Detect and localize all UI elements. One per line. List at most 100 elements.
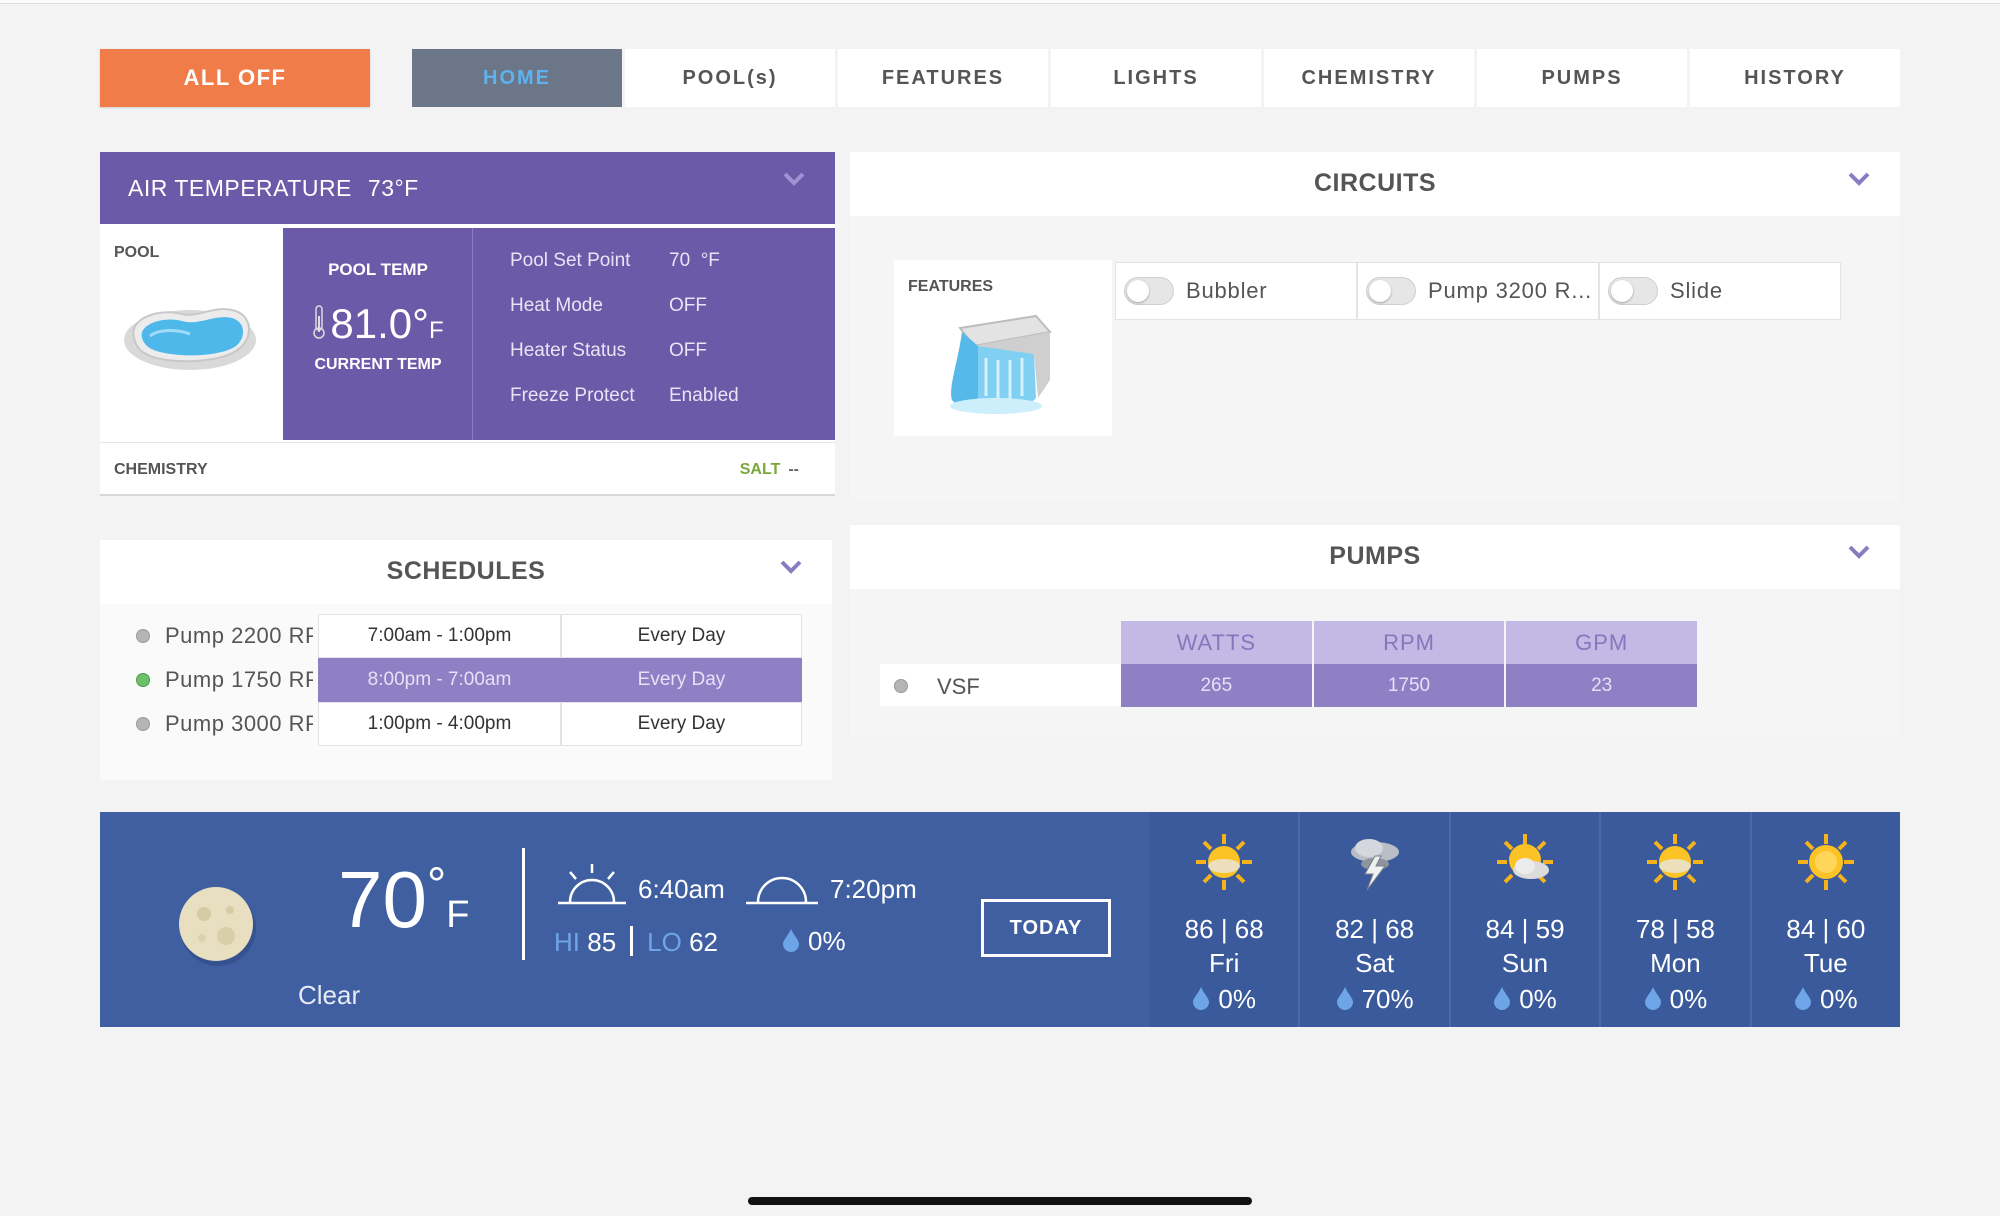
current-weather-unit: F [446,894,470,936]
tab-pumps[interactable]: PUMPS [1477,49,1687,107]
set-point-row: Pool Set Point 70 °F [510,250,739,295]
raindrop-icon [1192,986,1210,1017]
heat-mode-row: Heat Mode OFF [510,295,739,340]
status-dot [136,673,150,687]
sunrise-icon [556,862,628,911]
chevron-down-icon[interactable] [1848,172,1870,186]
status-dot [136,717,150,731]
lo-label: LO [647,927,682,957]
features-label: FEATURES [908,278,994,295]
pumps-header[interactable]: PUMPS [850,525,1900,589]
current-condition: Clear [298,980,361,1010]
schedule-name: Pump 1750 RPM [165,667,313,692]
schedule-frequency: Every Day [561,702,802,746]
raindrop-icon [782,928,800,959]
circuits-panel: CIRCUITS FEATURES Bubbler Pump 3200 R... [850,152,1900,502]
schedules-header[interactable]: SCHEDULES [100,540,832,604]
all-off-button[interactable]: ALL OFF [100,49,370,107]
pool-temp-panel[interactable]: POOL TEMP 81.0°F CURRENT TEMP Pool Set P… [283,228,835,440]
divider [630,926,634,956]
schedule-row[interactable]: Pump 1750 RPM 8:00pm - 7:00am Every Day [122,658,812,702]
forecast-day[interactable]: 86 | 68 Fri 0% [1150,812,1299,1027]
schedules-title: SCHEDULES [386,557,546,585]
toggle-switch[interactable] [1366,277,1416,305]
forecast-precip: 0% [1601,984,1749,1017]
circuits-title: CIRCUITS [1313,169,1437,197]
forecast-day-name: Sun [1501,948,1549,978]
forecast-precip: 0% [1752,984,1900,1017]
features-tile[interactable]: FEATURES [894,260,1112,436]
forecast-precip-value: 0% [1519,984,1557,1014]
home-indicator[interactable] [748,1197,1252,1205]
chevron-down-icon[interactable] [783,172,805,186]
forecast-precip: 0% [1451,984,1599,1017]
toggle-switch[interactable] [1608,277,1658,305]
chevron-down-icon[interactable] [1848,545,1870,559]
tab-lights[interactable]: LIGHTS [1051,49,1261,107]
schedule-frequency: Every Day [561,614,802,658]
salt-label: SALT [739,461,781,478]
tab-history[interactable]: HISTORY [1690,49,1900,107]
tab-features[interactable]: FEATURES [838,49,1048,107]
forecast-hi-lo: 86 | 68 [1184,914,1264,944]
circuit-label: Pump 3200 R... [1428,278,1593,303]
detail-value: 70 °F [669,250,720,271]
tab-chemistry[interactable]: CHEMISTRY [1264,49,1474,107]
circuit-toggles: Bubbler Pump 3200 R... Slide [1115,262,1841,320]
pool-details: Pool Set Point 70 °F Heat Mode OFF Heater … [510,250,739,430]
pool-image-panel[interactable]: POOL [100,228,282,440]
forecast-precip: 70% [1300,984,1448,1017]
circuit-pump-3200[interactable]: Pump 3200 R... [1357,262,1599,320]
forecast-day[interactable]: 82 | 68 Sat 70% [1298,812,1449,1027]
salt-status: SALT -- [740,461,799,479]
watts-value: 265 [1121,664,1314,707]
forecast-day[interactable]: 84 | 60 Tue 0% [1749,812,1901,1027]
sun-cloud-icon [1194,832,1254,897]
sunset-time: 7:20pm [830,874,917,904]
forecast-day-name: Tue [1803,948,1848,978]
forecast-day[interactable]: 78 | 58 Mon 0% [1599,812,1750,1027]
pool-section-label: POOL [114,244,160,261]
forecast-strip: 86 | 68 Fri 0% 82 | 68 Sat 70% 84 | 59 S… [1150,812,1901,1027]
schedule-row[interactable]: Pump 2200 RPM 7:00am - 1:00pm Every Day [122,614,812,658]
forecast-day-name: Sat [1355,948,1395,978]
schedule-name: Pump 3000 RPM [165,711,313,736]
forecast-day[interactable]: 84 | 59 Sun 0% [1448,812,1600,1027]
circuits-header[interactable]: CIRCUITS [850,152,1900,216]
degree-symbol: ° [426,859,447,912]
schedule-time: 8:00pm - 7:00am [318,658,561,702]
forecast-precip-value: 0% [1218,984,1256,1014]
detail-key: Heater Status [510,340,627,361]
thunderstorm-icon [1345,832,1405,897]
pump-table-header: WATTS RPM GPM [1121,621,1698,664]
thermometer-icon [312,302,326,350]
detail-value: OFF [669,295,707,316]
tab-home[interactable]: HOME [412,49,622,107]
chemistry-label: CHEMISTRY [114,461,208,478]
chemistry-row[interactable]: CHEMISTRY SALT -- [100,442,835,496]
raindrop-icon [1336,986,1354,1017]
schedule-row[interactable]: Pump 3000 RPM 1:00pm - 4:00pm Every Day [122,702,812,746]
pool-icon [120,296,260,381]
air-temperature-header[interactable]: AIR TEMPERATURE 73°F [100,152,835,224]
precipitation-today: 0% [782,926,846,959]
status-dot [894,679,908,693]
waterfall-icon [938,302,1058,427]
chevron-down-icon[interactable] [780,560,802,574]
pump-row[interactable]: VSF [880,664,1124,706]
current-temp-value: 81.0° [330,300,429,347]
current-weather-temp: 70°F [338,860,469,940]
pool-temp-title: POOL TEMP [328,260,428,279]
forecast-hi-lo: 82 | 68 [1335,914,1415,944]
detail-key: Heat Mode [510,295,603,316]
forecast-precip-value: 70% [1361,984,1414,1014]
circuit-bubbler[interactable]: Bubbler [1115,262,1357,320]
tab-pools[interactable]: POOL(s) [625,49,835,107]
raindrop-icon [1794,986,1812,1017]
today-button[interactable]: TODAY [981,899,1111,957]
circuit-slide[interactable]: Slide [1599,262,1841,320]
toggle-switch[interactable] [1124,277,1174,305]
circuit-label: Slide [1670,278,1723,303]
column-header-watts: WATTS [1121,621,1314,664]
pumps-title: PUMPS [1329,542,1421,570]
